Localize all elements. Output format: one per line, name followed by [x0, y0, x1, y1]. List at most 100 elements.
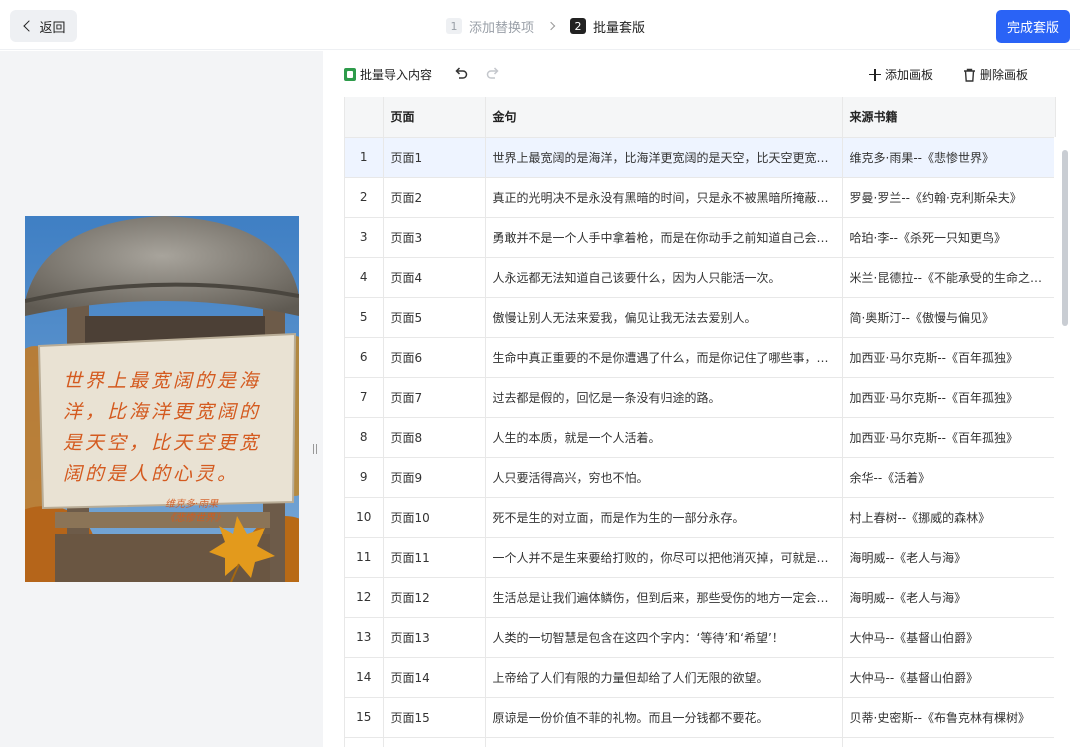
- page-cell[interactable]: 页面12: [383, 577, 486, 618]
- page-cell[interactable]: 页面7: [383, 377, 486, 418]
- row-index-cell: 6: [345, 337, 384, 378]
- source-cell[interactable]: 海明威--《老人与海》: [842, 577, 1056, 618]
- signature-line: 《悲惨世界》: [165, 513, 225, 524]
- quote-cell[interactable]: 生活总是让我们遍体鳞伤，但到后来，那些受伤的地方一定会变...: [485, 577, 843, 618]
- source-cell[interactable]: [842, 737, 1056, 747]
- row-index-cell: 9: [345, 457, 384, 498]
- quote-cell[interactable]: 上帝给了人们有限的力量但却给了人们无限的欲望。: [485, 657, 843, 698]
- table-row[interactable]: 15 页面15 原谅是一份价值不菲的礼物。而且一分钱都不要花。 贝蒂·史密斯--《布鲁…: [345, 697, 1056, 738]
- undo-icon: [455, 67, 468, 79]
- data-panel: 批量导入内容 添加画板 删除画板 页面 金句 来源书籍 1 页面1 世界上最宽阔…: [323, 51, 1080, 747]
- batch-import-label: 批量导入内容: [360, 68, 433, 82]
- source-cell[interactable]: 余华--《活着》: [842, 457, 1056, 498]
- redo-button[interactable]: [485, 65, 501, 81]
- source-cell[interactable]: 贝蒂·史密斯--《布鲁克林有棵树》: [842, 697, 1056, 738]
- table-row[interactable]: 6 页面6 生命中真正重要的不是你遭遇了什么，而是你记住了哪些事，又... 加西亚·马…: [345, 337, 1056, 378]
- page-cell[interactable]: 页面11: [383, 537, 486, 578]
- quote-cell[interactable]: 人生的本质，就是一个人活着。: [485, 417, 843, 458]
- table-row[interactable]: 4 页面4 人永远都无法知道自己该要什么，因为人只能活一次。 米兰·昆德拉--《不能承…: [345, 257, 1056, 298]
- step-2-label: 批量套版: [593, 20, 646, 36]
- quote-cell[interactable]: 原谅是一份价值不菲的礼物。而且一分钱都不要花。: [485, 697, 843, 738]
- row-index-cell: 12: [345, 577, 384, 618]
- trash-icon: [964, 68, 975, 82]
- table-row[interactable]: 1 页面1 世界上最宽阔的是海洋，比海洋更宽阔的是天空，比天空更宽阔... 维克多·雨…: [345, 137, 1056, 178]
- quote-cell[interactable]: 勇敢并不是一个人手中拿着枪，而是在你动手之前知道自己会输...: [485, 217, 843, 258]
- table-row[interactable]: 12 页面12 生活总是让我们遍体鳞伤，但到后来，那些受伤的地方一定会变... 海明威…: [345, 577, 1056, 618]
- table-row[interactable]: 3 页面3 勇敢并不是一个人手中拿着枪，而是在你动手之前知道自己会输... 哈珀·李-…: [345, 217, 1056, 258]
- source-cell[interactable]: 海明威--《老人与海》: [842, 537, 1056, 578]
- column-header-quote[interactable]: 金句: [485, 97, 843, 138]
- quote-cell[interactable]: 死不是生的对立面，而是作为生的一部分永存。: [485, 497, 843, 538]
- page-cell[interactable]: 页面6: [383, 337, 486, 378]
- page-cell[interactable]: 页面8: [383, 417, 486, 458]
- quote-cell[interactable]: 人永远都无法知道自己该要什么，因为人只能活一次。: [485, 257, 843, 298]
- page-cell[interactable]: 页面2: [383, 177, 486, 218]
- excel-icon: [344, 68, 356, 81]
- quote-cell[interactable]: 过去都是假的，回忆是一条没有归途的路。: [485, 377, 843, 418]
- table-row[interactable]: 5 页面5 傲慢让别人无法来爱我，偏见让我无法去爱别人。 简·奥斯汀--《傲慢与偏见》: [345, 297, 1056, 338]
- page-cell[interactable]: 页面10: [383, 497, 486, 538]
- template-preview-image[interactable]: 世界上最宽阔的是海 洋，比海洋更宽阔的 是天空，比天空更宽 阔的是人的心灵。 维…: [25, 216, 299, 582]
- table-row[interactable]: 10 页面10 死不是生的对立面，而是作为生的一部分永存。 村上春树--《挪威的森林》: [345, 497, 1056, 538]
- back-button[interactable]: 返回: [10, 10, 77, 42]
- quote-cell[interactable]: [485, 737, 843, 747]
- source-cell[interactable]: 维克多·雨果--《悲惨世界》: [842, 137, 1056, 178]
- table-row[interactable]: 8 页面8 人生的本质，就是一个人活着。 加西亚·马尔克斯--《百年孤独》: [345, 417, 1056, 458]
- undo-button[interactable]: [453, 65, 469, 81]
- table-row[interactable]: 7 页面7 过去都是假的，回忆是一条没有归途的路。 加西亚·马尔克斯--《百年孤独》: [345, 377, 1056, 418]
- source-cell[interactable]: 罗曼·罗兰--《约翰·克利斯朵夫》: [842, 177, 1056, 218]
- delete-artboard-label: 删除画板: [980, 68, 1029, 82]
- source-cell[interactable]: 加西亚·马尔克斯--《百年孤独》: [842, 337, 1056, 378]
- quote-cell[interactable]: 傲慢让别人无法来爱我，偏见让我无法去爱别人。: [485, 297, 843, 338]
- page-cell[interactable]: 页面1: [383, 137, 486, 178]
- source-cell[interactable]: 加西亚·马尔克斯--《百年孤独》: [842, 377, 1056, 418]
- column-header-source[interactable]: 来源书籍: [842, 97, 1056, 138]
- row-index-cell: 11: [345, 537, 384, 578]
- page-cell[interactable]: 页面4: [383, 257, 486, 298]
- quote-cell[interactable]: 一个人并不是生来要给打败的，你尽可以把他消灭掉，可就是打...: [485, 537, 843, 578]
- row-index-cell: 1: [345, 137, 384, 178]
- step-1[interactable]: 1 添加替换项: [446, 17, 534, 36]
- finish-button[interactable]: 完成套版: [996, 10, 1070, 43]
- table-row[interactable]: [345, 737, 1056, 747]
- quote-cell[interactable]: 生命中真正重要的不是你遭遇了什么，而是你记住了哪些事，又...: [485, 337, 843, 378]
- table-row[interactable]: 9 页面9 人只要活得高兴，穷也不怕。 余华--《活着》: [345, 457, 1056, 498]
- quote-cell[interactable]: 世界上最宽阔的是海洋，比海洋更宽阔的是天空，比天空更宽阔...: [485, 137, 843, 178]
- poem-line: 洋，比海洋更宽阔的: [63, 401, 262, 423]
- chevron-right-icon: [546, 21, 556, 31]
- row-index-cell: 4: [345, 257, 384, 298]
- table-row[interactable]: 2 页面2 真正的光明决不是永没有黑暗的时间，只是永不被黑暗所掩蔽罢... 罗曼·罗兰…: [345, 177, 1056, 218]
- table-row[interactable]: 14 页面14 上帝给了人们有限的力量但却给了人们无限的欲望。 大仲马--《基督山伯爵…: [345, 657, 1056, 698]
- row-index-cell: 10: [345, 497, 384, 538]
- page-cell[interactable]: 页面13: [383, 617, 486, 658]
- table-toolbar: 批量导入内容 添加画板 删除画板: [323, 51, 1080, 97]
- page-cell[interactable]: 页面9: [383, 457, 486, 498]
- source-cell[interactable]: 村上春树--《挪威的森林》: [842, 497, 1056, 538]
- page-cell[interactable]: 页面5: [383, 297, 486, 338]
- column-header-page[interactable]: 页面: [383, 97, 486, 138]
- page-cell[interactable]: 页面14: [383, 657, 486, 698]
- table-scrollbar-thumb[interactable]: [1062, 150, 1068, 326]
- step-2[interactable]: 2 批量套版: [570, 17, 645, 36]
- source-cell[interactable]: 哈珀·李--《杀死一只知更鸟》: [842, 217, 1056, 258]
- step-2-number: 2: [570, 18, 587, 34]
- delete-artboard-button[interactable]: 删除画板: [963, 66, 1028, 83]
- panel-resize-handle[interactable]: [311, 444, 319, 458]
- source-cell[interactable]: 大仲马--《基督山伯爵》: [842, 617, 1056, 658]
- quote-cell[interactable]: 人类的一切智慧是包含在这四个字内：‘等待’和‘希望’！: [485, 617, 843, 658]
- quote-cell[interactable]: 人只要活得高兴，穷也不怕。: [485, 457, 843, 498]
- batch-import-button[interactable]: 批量导入内容: [344, 66, 432, 83]
- quote-cell[interactable]: 真正的光明决不是永没有黑暗的时间，只是永不被黑暗所掩蔽罢...: [485, 177, 843, 218]
- poem-line: 阔的是人的心灵。: [63, 463, 240, 485]
- add-artboard-button[interactable]: 添加画板: [869, 66, 933, 83]
- source-cell[interactable]: 简·奥斯汀--《傲慢与偏见》: [842, 297, 1056, 338]
- table-row[interactable]: 11 页面11 一个人并不是生来要给打败的，你尽可以把他消灭掉，可就是打... 海明威…: [345, 537, 1056, 578]
- source-cell[interactable]: 加西亚·马尔克斯--《百年孤独》: [842, 417, 1056, 458]
- source-cell[interactable]: 米兰·昆德拉--《不能承受的生命之轻...: [842, 257, 1056, 298]
- page-cell[interactable]: 页面15: [383, 697, 486, 738]
- table-row[interactable]: 13 页面13 人类的一切智慧是包含在这四个字内：‘等待’和‘希望’！ 大仲马--《基…: [345, 617, 1056, 658]
- page-cell[interactable]: 页面3: [383, 217, 486, 258]
- page-cell[interactable]: [383, 737, 486, 747]
- plus-icon: [869, 68, 881, 81]
- source-cell[interactable]: 大仲马--《基督山伯爵》: [842, 657, 1056, 698]
